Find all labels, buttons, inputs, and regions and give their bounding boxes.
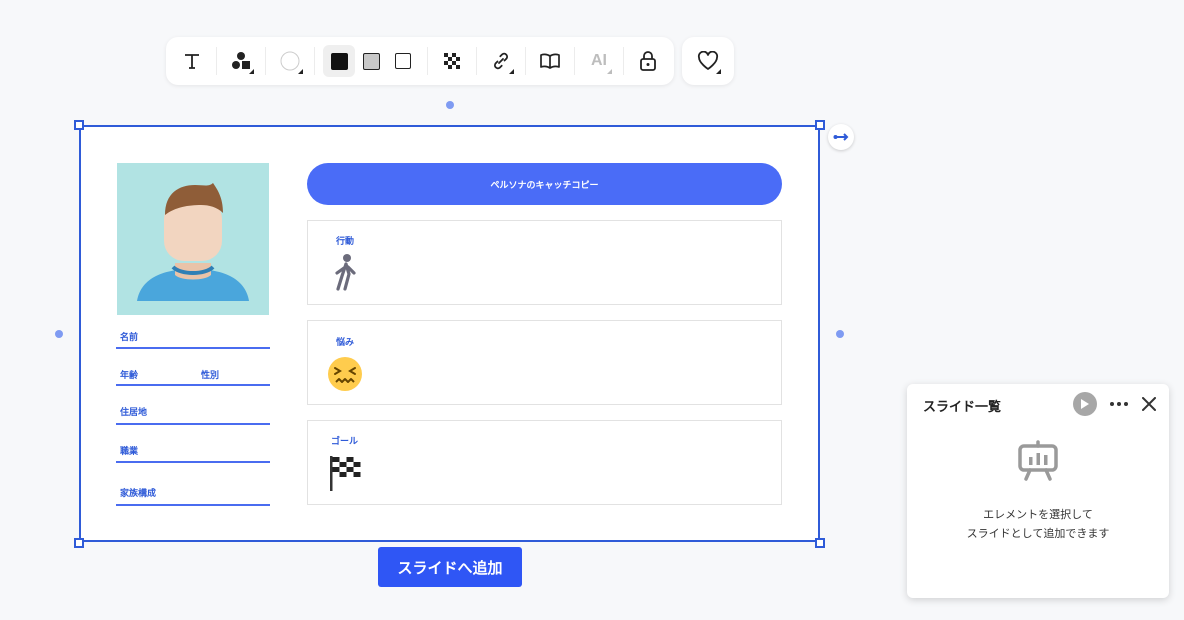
field-label-family: 家族構成 — [120, 488, 157, 498]
section-title-worry: 悩み — [336, 337, 355, 347]
fill-none-button[interactable] — [387, 45, 419, 77]
color-tool-button[interactable] — [274, 45, 306, 77]
field-label-residence: 住居地 — [120, 407, 148, 417]
section-title-goal: ゴール — [331, 436, 359, 446]
link-tool-button[interactable] — [485, 45, 517, 77]
library-tool-button[interactable] — [534, 45, 566, 77]
close-panel-button[interactable] — [1137, 392, 1161, 416]
book-icon — [540, 53, 560, 69]
field-line-age-gender — [116, 384, 270, 386]
panel-title: スライド一覧 — [923, 399, 1002, 414]
confounded-face-icon — [328, 357, 362, 391]
width-adjust-button[interactable] — [828, 124, 854, 150]
add-to-slide-label: スライドへ追加 — [397, 559, 503, 577]
checker-icon — [444, 53, 460, 69]
section-title-action: 行動 — [336, 236, 355, 246]
resize-handle-bottom-right[interactable] — [815, 538, 825, 548]
favorite-icon-wrap — [692, 45, 724, 77]
left-edge-handle[interactable] — [55, 330, 63, 338]
heart-icon — [697, 51, 719, 70]
lock-tool-button[interactable] — [632, 45, 664, 77]
ai-tool-button[interactable]: AI — [583, 45, 615, 77]
resize-handle-top-left[interactable] — [74, 120, 84, 130]
checkered-flag-icon — [330, 456, 361, 491]
resize-handle-bottom-left[interactable] — [74, 538, 84, 548]
field-line-family — [116, 504, 270, 506]
add-to-slide-button[interactable]: スライドへ追加 — [378, 547, 522, 587]
resize-handle-top-right[interactable] — [815, 120, 825, 130]
catchcopy-text: ペルソナのキャッチコピー — [490, 179, 599, 190]
lock-icon — [640, 51, 656, 71]
slide-list-panel: スライド一覧 エレメントを選択して スライドとして追加できます — [907, 384, 1169, 598]
more-options-button[interactable] — [1107, 392, 1131, 416]
rotate-handle[interactable] — [446, 101, 454, 109]
field-label-age: 年齢 — [120, 370, 139, 380]
field-line-residence — [116, 423, 270, 425]
favorite-button[interactable] — [682, 37, 734, 85]
ai-icon: AI — [591, 52, 607, 69]
more-dots-icon — [1110, 402, 1128, 406]
close-icon — [1142, 397, 1156, 411]
field-label-name: 名前 — [120, 332, 139, 342]
play-icon — [1081, 399, 1089, 409]
text-tool-button[interactable] — [176, 45, 208, 77]
link-icon — [494, 52, 508, 70]
section-box-action: 行動 — [307, 220, 782, 305]
field-line-occupation — [116, 461, 270, 463]
shapes-icon — [232, 52, 250, 69]
persona-avatar — [117, 163, 269, 315]
panel-message-line1: エレメントを選択して — [983, 509, 1093, 521]
section-box-goal: ゴール — [307, 420, 782, 505]
square-filled-gray-icon — [362, 52, 380, 70]
play-button[interactable] — [1073, 392, 1097, 416]
horizontal-arrows-icon — [833, 133, 849, 141]
avatar-illustration — [137, 183, 249, 301]
transparency-button[interactable] — [436, 45, 468, 77]
panel-message-line2: スライドとして追加できます — [966, 528, 1110, 540]
right-edge-handle[interactable] — [836, 330, 844, 338]
fill-gray-button[interactable] — [355, 45, 387, 77]
field-line-name — [116, 347, 270, 349]
field-label-gender: 性別 — [201, 370, 220, 380]
walking-person-icon — [335, 254, 356, 291]
persona-catchcopy-banner: ペルソナのキャッチコピー — [307, 163, 782, 205]
section-box-worry: 悩み — [307, 320, 782, 405]
square-outline-icon — [395, 53, 411, 69]
field-label-occupation: 職業 — [120, 446, 139, 456]
shapes-tool-button[interactable] — [225, 45, 257, 77]
square-filled-black-icon — [330, 52, 348, 70]
fill-black-button[interactable] — [323, 45, 355, 77]
presentation-board-icon — [1018, 440, 1058, 481]
text-icon — [185, 54, 199, 69]
element-toolbar: AI — [166, 37, 674, 85]
